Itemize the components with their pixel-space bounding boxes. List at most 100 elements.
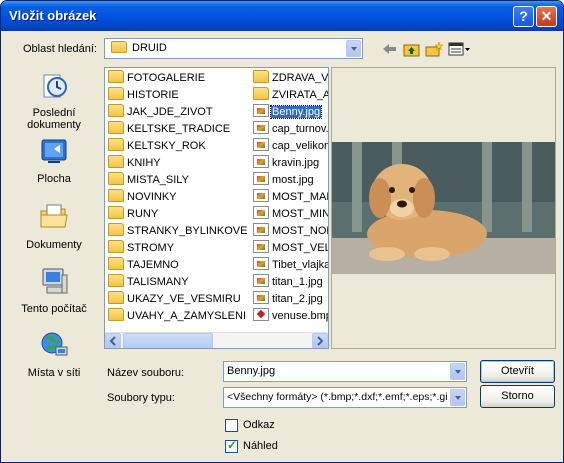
place-network-label: Místa v síti — [27, 367, 81, 379]
folder-icon — [108, 308, 124, 321]
views-menu-icon[interactable] — [448, 41, 472, 57]
image-file-icon — [253, 189, 269, 202]
filetype-dropdown-button[interactable] — [450, 389, 465, 406]
list-item[interactable]: TALISMANY — [108, 274, 190, 290]
horizontal-scrollbar[interactable] — [105, 332, 328, 348]
folder-icon — [108, 291, 124, 304]
desktop-icon — [41, 139, 67, 163]
list-item[interactable]: ZDRAVA_VY — [253, 70, 328, 86]
lookin-dropdown-button[interactable] — [346, 40, 361, 57]
list-item[interactable]: JAK_JDE_ZIVOT — [108, 104, 214, 120]
filetype-value: <Všechny formáty> (*.bmp;*.dxf;*.emf;*.e… — [227, 391, 447, 403]
folder-icon — [253, 70, 269, 83]
link-checkbox[interactable] — [225, 419, 238, 432]
image-file-icon — [253, 155, 269, 168]
list-item[interactable]: most.jpg — [253, 172, 328, 188]
lookin-combo[interactable]: DRUID — [104, 38, 363, 59]
insert-picture-dialog: Vložit obrázek ? ✕ Oblast hledání: DRUID… — [0, 0, 564, 463]
scroll-right-button[interactable] — [312, 333, 328, 348]
list-item[interactable]: FOTOGALERIE — [108, 70, 206, 86]
list-item[interactable]: HISTORIE — [108, 87, 180, 103]
list-item[interactable]: KNIHY — [108, 155, 162, 171]
list-item[interactable]: MOST_NORM — [253, 223, 328, 239]
image-file-icon — [253, 206, 269, 219]
list-item[interactable]: ZVIRATA_A_ — [253, 87, 328, 103]
lookin-label: Oblast hledání: — [23, 43, 97, 55]
chevron-left-icon — [109, 336, 116, 346]
help-button[interactable]: ? — [513, 6, 534, 27]
folder-icon — [108, 240, 124, 253]
scroll-thumb[interactable] — [123, 333, 213, 348]
folder-icon — [108, 257, 124, 270]
list-item[interactable]: RUNY — [108, 206, 159, 222]
filename-dropdown-button[interactable] — [450, 363, 465, 380]
link-checkbox-label: Odkaz — [243, 419, 275, 431]
folder-icon — [108, 189, 124, 202]
recent-documents-icon — [43, 74, 67, 98]
image-file-icon — [253, 121, 269, 134]
folder-icon — [108, 87, 124, 100]
place-recent[interactable]: Poslední dokumenty — [8, 69, 100, 131]
list-item[interactable]: titan_1.jpg — [253, 274, 328, 290]
places-bar: Poslední dokumenty Plocha Dokumenty Tent… — [8, 65, 100, 387]
image-file-icon — [253, 172, 269, 185]
window-title: Vložit obrázek — [9, 8, 97, 23]
place-computer[interactable]: Tento počítač — [8, 265, 100, 315]
chevron-right-icon — [317, 336, 324, 346]
my-documents-icon — [40, 204, 68, 228]
list-item[interactable]: cap_turnov. — [253, 121, 328, 137]
list-item[interactable]: kravin.jpg — [253, 155, 328, 171]
list-item[interactable]: STRANKY_BYLINKOVE — [108, 223, 248, 239]
image-file-icon — [253, 240, 269, 253]
list-item[interactable]: Tibet_vlajka — [253, 257, 328, 273]
list-item[interactable]: titan_2.jpg — [253, 291, 328, 307]
place-recent-label: Poslední dokumenty — [27, 107, 81, 131]
folder-icon — [253, 87, 269, 100]
close-icon: ✕ — [540, 8, 553, 24]
filename-input[interactable]: Benny.jpg — [223, 361, 467, 382]
folder-icon — [108, 172, 124, 185]
list-item[interactable]: TAJEMNO — [108, 257, 180, 273]
new-folder-icon[interactable] — [425, 41, 443, 57]
place-documents[interactable]: Dokumenty — [8, 201, 100, 251]
folder-icon — [108, 274, 124, 287]
folder-icon — [108, 121, 124, 134]
list-item[interactable]: KELTSKE_TRADICE — [108, 121, 231, 137]
vector-file-icon — [253, 308, 269, 321]
place-desktop[interactable]: Plocha — [8, 135, 100, 185]
my-computer-icon — [42, 268, 68, 294]
list-item[interactable]: cap_velikonc — [253, 138, 328, 154]
folder-icon — [111, 41, 127, 53]
list-item-selected[interactable]: Benny.jpg — [253, 104, 328, 120]
open-button[interactable]: Otevřít — [480, 360, 555, 383]
list-item[interactable]: STROMY — [108, 240, 175, 256]
image-file-icon — [253, 104, 269, 117]
list-item[interactable]: NOVINKY — [108, 189, 178, 205]
cancel-button[interactable]: Storno — [480, 385, 555, 408]
folder-icon — [108, 138, 124, 151]
list-item[interactable]: MOST_MALE — [253, 189, 328, 205]
filename-value: Benny.jpg — [227, 365, 276, 377]
scroll-left-button[interactable] — [105, 333, 121, 348]
list-item[interactable]: UVAHY_A_ZAMYSLENI — [108, 308, 247, 324]
folder-icon — [108, 155, 124, 168]
file-list[interactable]: FOTOGALERIE HISTORIE JAK_JDE_ZIVOT KELTS… — [104, 67, 329, 349]
list-item[interactable]: UKAZY_VE_VESMIRU — [108, 291, 242, 307]
image-file-icon — [253, 291, 269, 304]
back-icon[interactable] — [381, 41, 399, 57]
up-folder-icon[interactable] — [403, 41, 421, 57]
list-item[interactable]: KELTSKY_ROK — [108, 138, 207, 154]
image-file-icon — [253, 138, 269, 151]
preview-checkbox[interactable] — [225, 438, 238, 453]
place-computer-label: Tento počítač — [21, 303, 87, 315]
list-item[interactable]: MOST_VELKI — [253, 240, 328, 256]
close-button[interactable]: ✕ — [536, 6, 557, 27]
list-item[interactable]: MISTA_SILY — [108, 172, 190, 188]
preview-image — [332, 142, 555, 274]
filetype-select[interactable]: <Všechny formáty> (*.bmp;*.dxf;*.emf;*.e… — [223, 387, 467, 408]
list-item[interactable]: venuse.bmp — [253, 308, 328, 324]
folder-icon — [108, 104, 124, 117]
list-item[interactable]: MOST_MINI — [253, 206, 328, 222]
place-network[interactable]: Místa v síti — [8, 329, 100, 379]
title-bar[interactable]: Vložit obrázek ? ✕ — [1, 1, 563, 31]
